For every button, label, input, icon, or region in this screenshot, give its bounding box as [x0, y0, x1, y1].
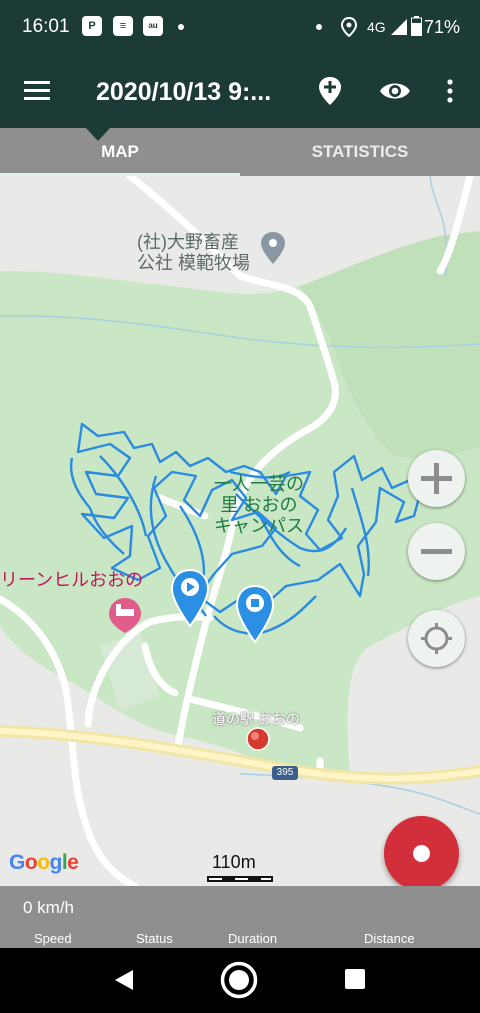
campus-label[interactable]: 一人一芸の 里 おおの キャンパス: [214, 474, 304, 537]
visibility-icon[interactable]: [379, 80, 411, 102]
status-bar: 16:01 P ≡ au 4G 71%: [0, 0, 480, 54]
location-icon: [340, 17, 358, 37]
signal-icon: [391, 19, 407, 35]
add-marker-icon[interactable]: [318, 76, 342, 106]
more-vert-icon[interactable]: [446, 79, 454, 103]
back-icon[interactable]: [113, 968, 135, 992]
google-logo: Google: [9, 851, 79, 874]
zoom-in-button[interactable]: [408, 450, 465, 507]
crosshair-icon: [421, 623, 452, 654]
track-title: 2020/10/13 9:...: [96, 78, 272, 106]
minus-icon: [421, 549, 452, 554]
poi-label-line1: (社)大野畜産: [137, 232, 239, 252]
navigation-bar: [0, 948, 480, 1013]
poi-label-line2: 公社 模範牧場: [137, 253, 251, 273]
tab-statistics[interactable]: STATISTICS: [240, 128, 480, 176]
stats-panel: 0 km/h Speed Status Duration Distance: [0, 886, 480, 948]
status-time: 16:01: [22, 16, 70, 37]
recents-icon[interactable]: [345, 969, 365, 989]
campus-label-line3: キャンパス: [214, 516, 304, 536]
status-label: Status: [136, 931, 173, 946]
notification-dot-icon: [316, 24, 322, 30]
scale-label: 110m: [212, 852, 256, 872]
network-type: 4G: [367, 19, 386, 35]
au-pay-icon: au: [143, 16, 163, 36]
duration-label: Duration: [228, 931, 278, 946]
zoom-out-button[interactable]: [408, 523, 465, 580]
app-bar: 2020/10/13 9:...: [0, 54, 480, 128]
battery-level: 71%: [424, 17, 461, 37]
news-icon: ≡: [113, 16, 133, 36]
speed-value: 0 km/h: [23, 898, 75, 917]
battery-icon: [411, 16, 422, 36]
route-shield: 395: [272, 766, 298, 780]
notification-dot-icon: [178, 24, 184, 30]
tab-bar: MAP STATISTICS: [0, 128, 480, 176]
scale-bar: [207, 876, 273, 882]
road-station-label[interactable]: 道の駅 おおの: [212, 709, 300, 729]
hotel-label[interactable]: リーンヒルおおの: [0, 566, 143, 592]
home-icon[interactable]: [220, 961, 258, 999]
recenter-button[interactable]: [408, 610, 465, 667]
menu-icon[interactable]: [24, 81, 50, 101]
campus-label-line1: 一人一芸の: [214, 474, 304, 494]
speed-label: Speed: [34, 931, 72, 946]
tab-map[interactable]: MAP: [0, 128, 240, 176]
record-button[interactable]: [384, 816, 459, 891]
tab-pointer: [86, 128, 110, 141]
map-view[interactable]: (社)大野畜産 公社 模範牧場 一人一芸の 里 おおの キャンパス リーンヒルお…: [0, 176, 480, 886]
poi-label[interactable]: (社)大野畜産 公社 模範牧場: [137, 232, 250, 274]
distance-label: Distance: [364, 931, 415, 946]
record-icon: [413, 845, 430, 862]
campus-label-line2: 里 おおの: [220, 495, 298, 515]
paypay-icon: P: [82, 16, 102, 36]
